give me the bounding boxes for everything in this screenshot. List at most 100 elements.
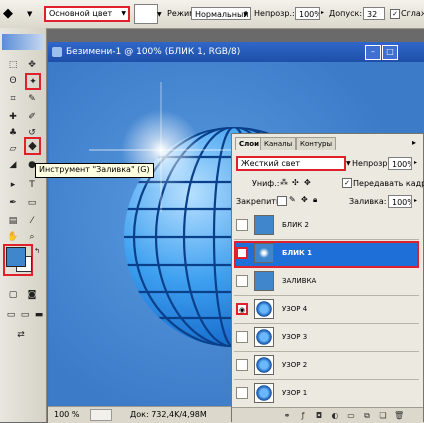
layer-row-blik-1[interactable]: ◉ БЛИК 1 (234, 241, 419, 268)
layer-row-uzor-2[interactable]: УЗОР 2 (234, 353, 419, 380)
eye-icon[interactable]: ◉ (236, 303, 248, 315)
layer-mask-icon[interactable]: ◘ (314, 411, 324, 421)
chevron-down-icon[interactable]: ▼ (346, 160, 351, 167)
brush-icon[interactable]: ✐ (25, 110, 39, 124)
magic-wand-icon[interactable]: ✦ (25, 73, 41, 90)
swap-colors-icon[interactable]: ↰ (30, 244, 44, 258)
screen-mode-standard-icon[interactable]: ▭ (4, 308, 18, 322)
tooltip: Инструмент "Заливка" (G) (35, 163, 154, 178)
tab-paths[interactable]: Контуры (296, 137, 337, 150)
new-group-icon[interactable]: ▭ (346, 411, 356, 421)
move-icon[interactable]: ✥ (25, 58, 39, 72)
fill-arrow-icon[interactable]: ▸ (414, 197, 417, 204)
opacity-label: Непрозр.: (254, 9, 295, 18)
notes-icon[interactable]: ▤ (6, 214, 20, 228)
eye-icon[interactable]: ◉ (236, 247, 248, 259)
quick-mask-icon[interactable]: ◙ (25, 288, 39, 302)
eyedropper-icon[interactable]: ⁄ (25, 214, 39, 228)
layer-row-zalivka[interactable]: ЗАЛИВКА (234, 269, 419, 296)
layer-opacity-label: Непрозр.: (352, 159, 393, 168)
new-frame-icon[interactable]: ⧉ (362, 411, 372, 421)
layer-name: УЗОР 2 (282, 361, 308, 369)
toolbox-header-logo (2, 34, 44, 50)
antialias-checkbox[interactable]: ✓ (390, 9, 400, 19)
layer-name: УЗОР 4 (282, 305, 308, 313)
standard-mode-icon[interactable]: ▢ (6, 288, 20, 302)
zoom-field-box[interactable] (90, 409, 112, 421)
tab-layers[interactable]: Слои (235, 137, 263, 150)
type-icon[interactable]: T (25, 178, 39, 192)
unify-style-icon[interactable]: ✥ (304, 178, 311, 187)
blend-mode-select[interactable]: Жесткий свет (236, 156, 346, 171)
unify-visibility-icon[interactable]: ✣ (292, 178, 299, 187)
visibility-toggle[interactable] (236, 331, 248, 343)
layer-thumbnail (254, 243, 274, 263)
visibility-toggle[interactable] (236, 387, 248, 399)
document-size: Док: 732,4K/4,98M (130, 410, 207, 419)
fill-source-select[interactable]: Основной цвет ▼ (44, 6, 130, 22)
marquee-icon[interactable]: ⬚ (6, 58, 20, 72)
fill-source-value: Основной цвет (49, 9, 113, 18)
opacity-input[interactable]: 100% (295, 7, 320, 20)
lasso-icon[interactable]: ʘ (6, 74, 20, 88)
lock-pixels-icon[interactable]: ✎ (289, 195, 296, 204)
visibility-toggle[interactable] (236, 219, 248, 231)
layer-thumbnail (254, 327, 274, 347)
fill-label: Заливка: (349, 197, 387, 206)
preset-dropdown-arrow-icon[interactable]: ▼ (27, 10, 32, 18)
layer-row-blik-2[interactable]: БЛИК 2 (234, 213, 419, 240)
zoom-icon[interactable]: ⌕ (25, 230, 39, 244)
layer-opacity-arrow-icon[interactable]: ▸ (414, 159, 417, 166)
foreground-color-swatch[interactable] (6, 247, 26, 267)
new-layer-icon[interactable]: ❏ (378, 411, 388, 421)
slice-icon[interactable]: ✎ (25, 92, 39, 106)
mode-select[interactable]: Нормальный ▼ (191, 7, 251, 20)
layer-name: БЛИК 2 (282, 221, 309, 229)
lock-all-icon[interactable]: 🔒︎ (313, 195, 317, 205)
visibility-toggle[interactable] (236, 359, 248, 371)
check-icon: ✓ (342, 178, 352, 188)
toolbox: ⬚ ✥ ʘ ✦ ⌗ ✎ ✚ ✐ ♣ ↺ ▱ ◆ ◢ ● ▸ T ✒ ▭ ▤ ⁄ … (0, 28, 47, 422)
maximize-button[interactable]: □ (382, 45, 398, 60)
document-title-bar: Безимени-1 @ 100% (БЛИК 1, RGB/8) – □ (48, 42, 424, 62)
layer-row-uzor-1[interactable]: УЗОР 1 (234, 381, 419, 408)
clone-stamp-icon[interactable]: ♣ (6, 126, 20, 140)
screen-mode-menu-icon[interactable]: ▭ (18, 308, 32, 322)
pattern-dropdown-arrow-icon[interactable]: ▼ (157, 11, 162, 18)
tab-channels[interactable]: Каналы (260, 137, 297, 150)
crop-icon[interactable]: ⌗ (6, 92, 20, 106)
shape-icon[interactable]: ▭ (25, 196, 39, 210)
layers-bottom-bar: ⚭ ƒ ◘ ◐ ▭ ⧉ ❏ 🗑︎ (232, 407, 423, 422)
visibility-toggle[interactable] (236, 275, 248, 287)
pattern-picker[interactable] (134, 4, 158, 24)
panel-menu-icon[interactable]: ▸ (412, 138, 416, 147)
adjustment-layer-icon[interactable]: ◐ (330, 411, 340, 421)
jump-to-imageready-icon[interactable]: ⇄ (14, 328, 28, 342)
screen-mode-full-icon[interactable]: ▬ (32, 308, 46, 322)
pen-icon[interactable]: ✒ (6, 196, 20, 210)
zoom-level[interactable]: 100 % (54, 407, 79, 422)
tolerance-input[interactable]: 32 (363, 7, 385, 20)
opacity-arrow-icon[interactable]: ▸ (321, 9, 324, 16)
lock-transparency-icon[interactable] (277, 196, 287, 206)
layer-style-icon[interactable]: ƒ (298, 411, 308, 421)
healing-brush-icon[interactable]: ✚ (6, 110, 20, 124)
fill-input[interactable]: 100% (388, 195, 412, 208)
delete-layer-icon[interactable]: 🗑︎ (394, 411, 404, 421)
lock-position-icon[interactable]: ✥ (301, 195, 308, 204)
layer-opacity-input[interactable]: 100% (388, 157, 412, 170)
hand-icon[interactable]: ✋ (6, 230, 20, 244)
link-layers-icon[interactable]: ⚭ (282, 411, 292, 421)
paint-bucket-icon[interactable]: ◆ (24, 137, 41, 155)
eraser-icon[interactable]: ▱ (6, 142, 20, 156)
unify-position-icon[interactable]: ⁂ (280, 178, 288, 187)
minimize-button[interactable]: – (365, 45, 381, 60)
propagate-frame-checkbox[interactable]: ✓ (342, 178, 352, 188)
layer-row-uzor-3[interactable]: УЗОР 3 (234, 325, 419, 352)
paint-bucket-tool-preset-icon[interactable]: ◆ (3, 6, 25, 22)
layer-thumbnail (254, 383, 274, 403)
path-selection-icon[interactable]: ▸ (6, 178, 20, 192)
layer-name: УЗОР 1 (282, 389, 308, 397)
layer-row-uzor-4[interactable]: ◉ УЗОР 4 (234, 297, 419, 324)
blur-icon[interactable]: ◢ (6, 158, 20, 172)
